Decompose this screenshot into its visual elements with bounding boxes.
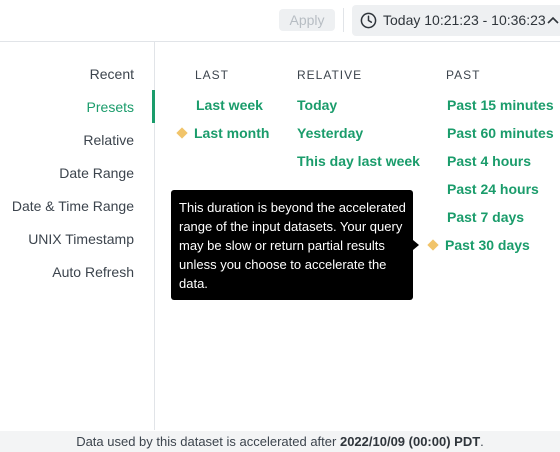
acceleration-footer: Data used by this dataset is accelerated…	[0, 431, 560, 452]
footer-acceleration-date: 2022/10/09 (00:00) PDT	[339, 434, 481, 449]
top-bar: Apply Today 10:21:23 - 10:36:23	[0, 0, 560, 42]
preset-last-week[interactable]: Last week	[196, 97, 263, 113]
footer-suffix: .	[480, 434, 484, 449]
chevron-up-icon	[547, 16, 559, 24]
sidebar-item-unix-timestamp[interactable]: UNIX Timestamp	[28, 231, 134, 247]
tooltip-arrow	[413, 240, 419, 250]
preset-past-30-days[interactable]: Past 30 days	[445, 237, 530, 253]
sidebar-item-auto-refresh[interactable]: Auto Refresh	[52, 264, 134, 280]
time-range-label: Today 10:21:23 - 10:36:23	[383, 12, 546, 28]
sidebar-item-date-range[interactable]: Date Range	[59, 165, 134, 181]
preset-this-day-last-week[interactable]: This day last week	[297, 153, 420, 169]
footer-prefix: Data used by this dataset is accelerated…	[76, 434, 337, 449]
warning-diamond-icon	[176, 127, 188, 139]
tooltip-text: This duration is beyond the accelerated …	[179, 200, 406, 291]
sidebar-item-presets[interactable]: Presets	[87, 99, 134, 115]
column-heading-last: LAST	[195, 68, 230, 82]
preset-sidebar: Recent Presets Relative Date Range Date …	[0, 42, 155, 430]
column-heading-relative: RELATIVE	[297, 68, 363, 82]
sidebar-active-indicator	[152, 90, 155, 123]
preset-past-4-hours[interactable]: Past 4 hours	[447, 153, 531, 169]
preset-past-7-days[interactable]: Past 7 days	[447, 209, 524, 225]
preset-today[interactable]: Today	[297, 97, 337, 113]
preset-past-15-minutes[interactable]: Past 15 minutes	[447, 97, 554, 113]
clock-icon	[360, 12, 377, 29]
column-heading-past: PAST	[446, 68, 481, 82]
sidebar-item-recent[interactable]: Recent	[90, 66, 134, 82]
apply-button[interactable]: Apply	[279, 9, 335, 31]
preset-last-month[interactable]: Last month	[194, 125, 269, 141]
toolbar-divider	[343, 8, 344, 32]
sidebar-item-date-time-range[interactable]: Date & Time Range	[12, 198, 134, 214]
preset-yesterday[interactable]: Yesterday	[297, 125, 363, 141]
preset-past-60-minutes[interactable]: Past 60 minutes	[447, 125, 554, 141]
preset-past-24-hours[interactable]: Past 24 hours	[447, 181, 539, 197]
warning-diamond-icon	[427, 239, 439, 251]
sidebar-item-relative[interactable]: Relative	[83, 132, 134, 148]
time-range-picker-button[interactable]: Today 10:21:23 - 10:36:23	[352, 5, 560, 36]
acceleration-warning-tooltip: This duration is beyond the accelerated …	[171, 190, 413, 300]
